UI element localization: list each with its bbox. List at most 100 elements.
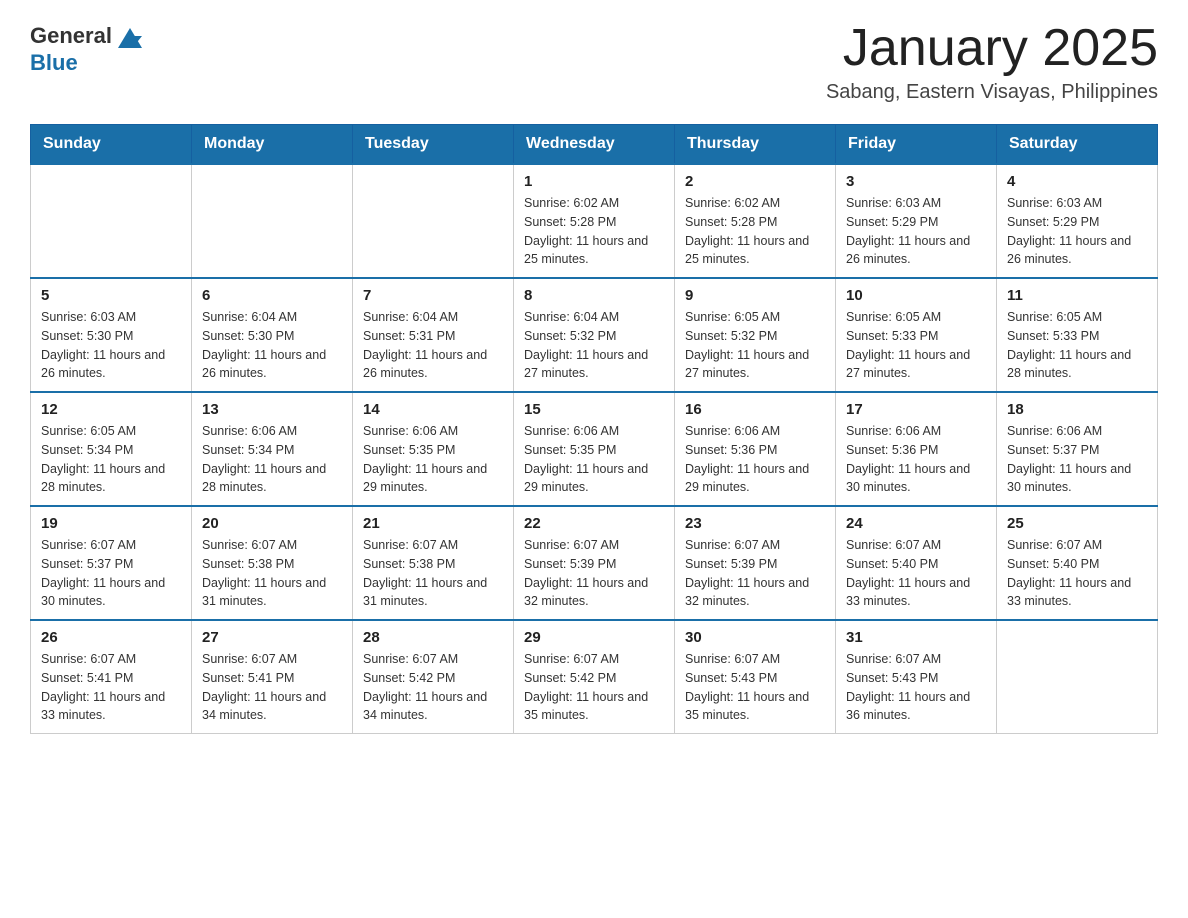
day-info: Sunrise: 6:05 AMSunset: 5:32 PMDaylight:… bbox=[685, 308, 825, 383]
calendar-week-row: 5 Sunrise: 6:03 AMSunset: 5:30 PMDaylight… bbox=[31, 278, 1158, 392]
calendar-cell: 13 Sunrise: 6:06 AMSunset: 5:34 PMDayligh… bbox=[192, 392, 353, 506]
calendar-cell bbox=[192, 164, 353, 278]
calendar-cell: 15 Sunrise: 6:06 AMSunset: 5:35 PMDayligh… bbox=[514, 392, 675, 506]
calendar-cell: 23 Sunrise: 6:07 AMSunset: 5:39 PMDayligh… bbox=[675, 506, 836, 620]
page-title: January 2025 bbox=[826, 20, 1158, 77]
day-info: Sunrise: 6:04 AMSunset: 5:30 PMDaylight:… bbox=[202, 308, 342, 383]
calendar-cell: 14Sunrise: 6:06 AMSunset: 5:35 PMDayligh… bbox=[353, 392, 514, 506]
day-number: 15 bbox=[524, 401, 664, 418]
day-number: 8 bbox=[524, 287, 664, 304]
col-header-sunday: Sunday bbox=[31, 125, 192, 165]
calendar-cell bbox=[997, 620, 1158, 734]
calendar-cell: 16 Sunrise: 6:06 AMSunset: 5:36 PMDayligh… bbox=[675, 392, 836, 506]
day-info: Sunrise: 6:03 AMSunset: 5:30 PMDaylight:… bbox=[41, 308, 181, 383]
calendar-cell: 1 Sunrise: 6:02 AMSunset: 5:28 PMDaylight… bbox=[514, 164, 675, 278]
day-info: Sunrise: 6:04 AMSunset: 5:32 PMDaylight:… bbox=[524, 308, 664, 383]
day-info: Sunrise: 6:07 AMSunset: 5:43 PMDaylight:… bbox=[846, 650, 986, 725]
day-number: 20 bbox=[202, 515, 342, 532]
day-info: Sunrise: 6:02 AMSunset: 5:28 PMDaylight:… bbox=[685, 194, 825, 269]
calendar-cell: 10 Sunrise: 6:05 AMSunset: 5:33 PMDayligh… bbox=[836, 278, 997, 392]
day-number: 7 bbox=[363, 287, 503, 304]
col-header-wednesday: Wednesday bbox=[514, 125, 675, 165]
day-number: 27 bbox=[202, 629, 342, 646]
logo-icon bbox=[114, 20, 146, 52]
day-number: 31 bbox=[846, 629, 986, 646]
day-number: 16 bbox=[685, 401, 825, 418]
day-info: Sunrise: 6:07 AMSunset: 5:41 PMDaylight:… bbox=[202, 650, 342, 725]
day-number: 25 bbox=[1007, 515, 1147, 532]
calendar-cell bbox=[353, 164, 514, 278]
day-info: Sunrise: 6:07 AMSunset: 5:38 PMDaylight:… bbox=[363, 536, 503, 611]
calendar-cell bbox=[31, 164, 192, 278]
day-number: 19 bbox=[41, 515, 181, 532]
day-info: Sunrise: 6:06 AMSunset: 5:35 PMDaylight:… bbox=[524, 422, 664, 497]
calendar-cell: 9 Sunrise: 6:05 AMSunset: 5:32 PMDaylight… bbox=[675, 278, 836, 392]
day-number: 9 bbox=[685, 287, 825, 304]
page-subtitle: Sabang, Eastern Visayas, Philippines bbox=[826, 81, 1158, 104]
day-number: 12 bbox=[41, 401, 181, 418]
logo: General Blue bbox=[30, 20, 148, 74]
day-info: Sunrise: 6:06 AMSunset: 5:35 PMDaylight:… bbox=[363, 422, 503, 497]
calendar-cell: 8 Sunrise: 6:04 AMSunset: 5:32 PMDaylight… bbox=[514, 278, 675, 392]
day-info: Sunrise: 6:05 AMSunset: 5:33 PMDaylight:… bbox=[1007, 308, 1147, 383]
calendar-table: SundayMondayTuesdayWednesdayThursdayFrid… bbox=[30, 124, 1158, 734]
day-number: 1 bbox=[524, 173, 664, 190]
calendar-cell: 20 Sunrise: 6:07 AMSunset: 5:38 PMDayligh… bbox=[192, 506, 353, 620]
day-info: Sunrise: 6:07 AMSunset: 5:40 PMDaylight:… bbox=[1007, 536, 1147, 611]
logo-blue-text: Blue bbox=[30, 52, 78, 74]
calendar-week-row: 19Sunrise: 6:07 AMSunset: 5:37 PMDayligh… bbox=[31, 506, 1158, 620]
calendar-cell: 4Sunrise: 6:03 AMSunset: 5:29 PMDaylight… bbox=[997, 164, 1158, 278]
col-header-tuesday: Tuesday bbox=[353, 125, 514, 165]
col-header-saturday: Saturday bbox=[997, 125, 1158, 165]
day-number: 17 bbox=[846, 401, 986, 418]
day-info: Sunrise: 6:03 AMSunset: 5:29 PMDaylight:… bbox=[846, 194, 986, 269]
day-number: 28 bbox=[363, 629, 503, 646]
day-number: 21 bbox=[363, 515, 503, 532]
day-number: 23 bbox=[685, 515, 825, 532]
day-info: Sunrise: 6:07 AMSunset: 5:41 PMDaylight:… bbox=[41, 650, 181, 725]
day-number: 11 bbox=[1007, 287, 1147, 304]
calendar-cell: 5 Sunrise: 6:03 AMSunset: 5:30 PMDaylight… bbox=[31, 278, 192, 392]
day-number: 18 bbox=[1007, 401, 1147, 418]
day-number: 13 bbox=[202, 401, 342, 418]
day-info: Sunrise: 6:07 AMSunset: 5:42 PMDaylight:… bbox=[363, 650, 503, 725]
day-number: 22 bbox=[524, 515, 664, 532]
day-info: Sunrise: 6:02 AMSunset: 5:28 PMDaylight:… bbox=[524, 194, 664, 269]
calendar-cell: 3 Sunrise: 6:03 AMSunset: 5:29 PMDaylight… bbox=[836, 164, 997, 278]
calendar-cell: 6 Sunrise: 6:04 AMSunset: 5:30 PMDaylight… bbox=[192, 278, 353, 392]
day-info: Sunrise: 6:05 AMSunset: 5:33 PMDaylight:… bbox=[846, 308, 986, 383]
day-number: 30 bbox=[685, 629, 825, 646]
day-info: Sunrise: 6:06 AMSunset: 5:36 PMDaylight:… bbox=[846, 422, 986, 497]
day-number: 5 bbox=[41, 287, 181, 304]
day-number: 6 bbox=[202, 287, 342, 304]
day-number: 3 bbox=[846, 173, 986, 190]
day-info: Sunrise: 6:07 AMSunset: 5:38 PMDaylight:… bbox=[202, 536, 342, 611]
day-info: Sunrise: 6:06 AMSunset: 5:37 PMDaylight:… bbox=[1007, 422, 1147, 497]
calendar-cell: 12Sunrise: 6:05 AMSunset: 5:34 PMDayligh… bbox=[31, 392, 192, 506]
calendar-cell: 25 Sunrise: 6:07 AMSunset: 5:40 PMDayligh… bbox=[997, 506, 1158, 620]
day-number: 4 bbox=[1007, 173, 1147, 190]
day-info: Sunrise: 6:07 AMSunset: 5:39 PMDaylight:… bbox=[685, 536, 825, 611]
calendar-cell: 19Sunrise: 6:07 AMSunset: 5:37 PMDayligh… bbox=[31, 506, 192, 620]
calendar-cell: 18 Sunrise: 6:06 AMSunset: 5:37 PMDayligh… bbox=[997, 392, 1158, 506]
day-info: Sunrise: 6:04 AMSunset: 5:31 PMDaylight:… bbox=[363, 308, 503, 383]
col-header-monday: Monday bbox=[192, 125, 353, 165]
col-header-thursday: Thursday bbox=[675, 125, 836, 165]
day-number: 10 bbox=[846, 287, 986, 304]
calendar-cell: 26Sunrise: 6:07 AMSunset: 5:41 PMDayligh… bbox=[31, 620, 192, 734]
calendar-week-row: 12Sunrise: 6:05 AMSunset: 5:34 PMDayligh… bbox=[31, 392, 1158, 506]
calendar-cell: 11 Sunrise: 6:05 AMSunset: 5:33 PMDayligh… bbox=[997, 278, 1158, 392]
calendar-cell: 27 Sunrise: 6:07 AMSunset: 5:41 PMDayligh… bbox=[192, 620, 353, 734]
calendar-week-row: 1 Sunrise: 6:02 AMSunset: 5:28 PMDaylight… bbox=[31, 164, 1158, 278]
day-number: 2 bbox=[685, 173, 825, 190]
calendar-cell: 30 Sunrise: 6:07 AMSunset: 5:43 PMDayligh… bbox=[675, 620, 836, 734]
day-info: Sunrise: 6:06 AMSunset: 5:36 PMDaylight:… bbox=[685, 422, 825, 497]
calendar-cell: 28 Sunrise: 6:07 AMSunset: 5:42 PMDayligh… bbox=[353, 620, 514, 734]
calendar-cell: 31 Sunrise: 6:07 AMSunset: 5:43 PMDayligh… bbox=[836, 620, 997, 734]
day-info: Sunrise: 6:07 AMSunset: 5:42 PMDaylight:… bbox=[524, 650, 664, 725]
calendar-cell: 22 Sunrise: 6:07 AMSunset: 5:39 PMDayligh… bbox=[514, 506, 675, 620]
day-info: Sunrise: 6:06 AMSunset: 5:34 PMDaylight:… bbox=[202, 422, 342, 497]
logo-general-text: General bbox=[30, 23, 112, 49]
day-info: Sunrise: 6:07 AMSunset: 5:43 PMDaylight:… bbox=[685, 650, 825, 725]
day-info: Sunrise: 6:07 AMSunset: 5:39 PMDaylight:… bbox=[524, 536, 664, 611]
